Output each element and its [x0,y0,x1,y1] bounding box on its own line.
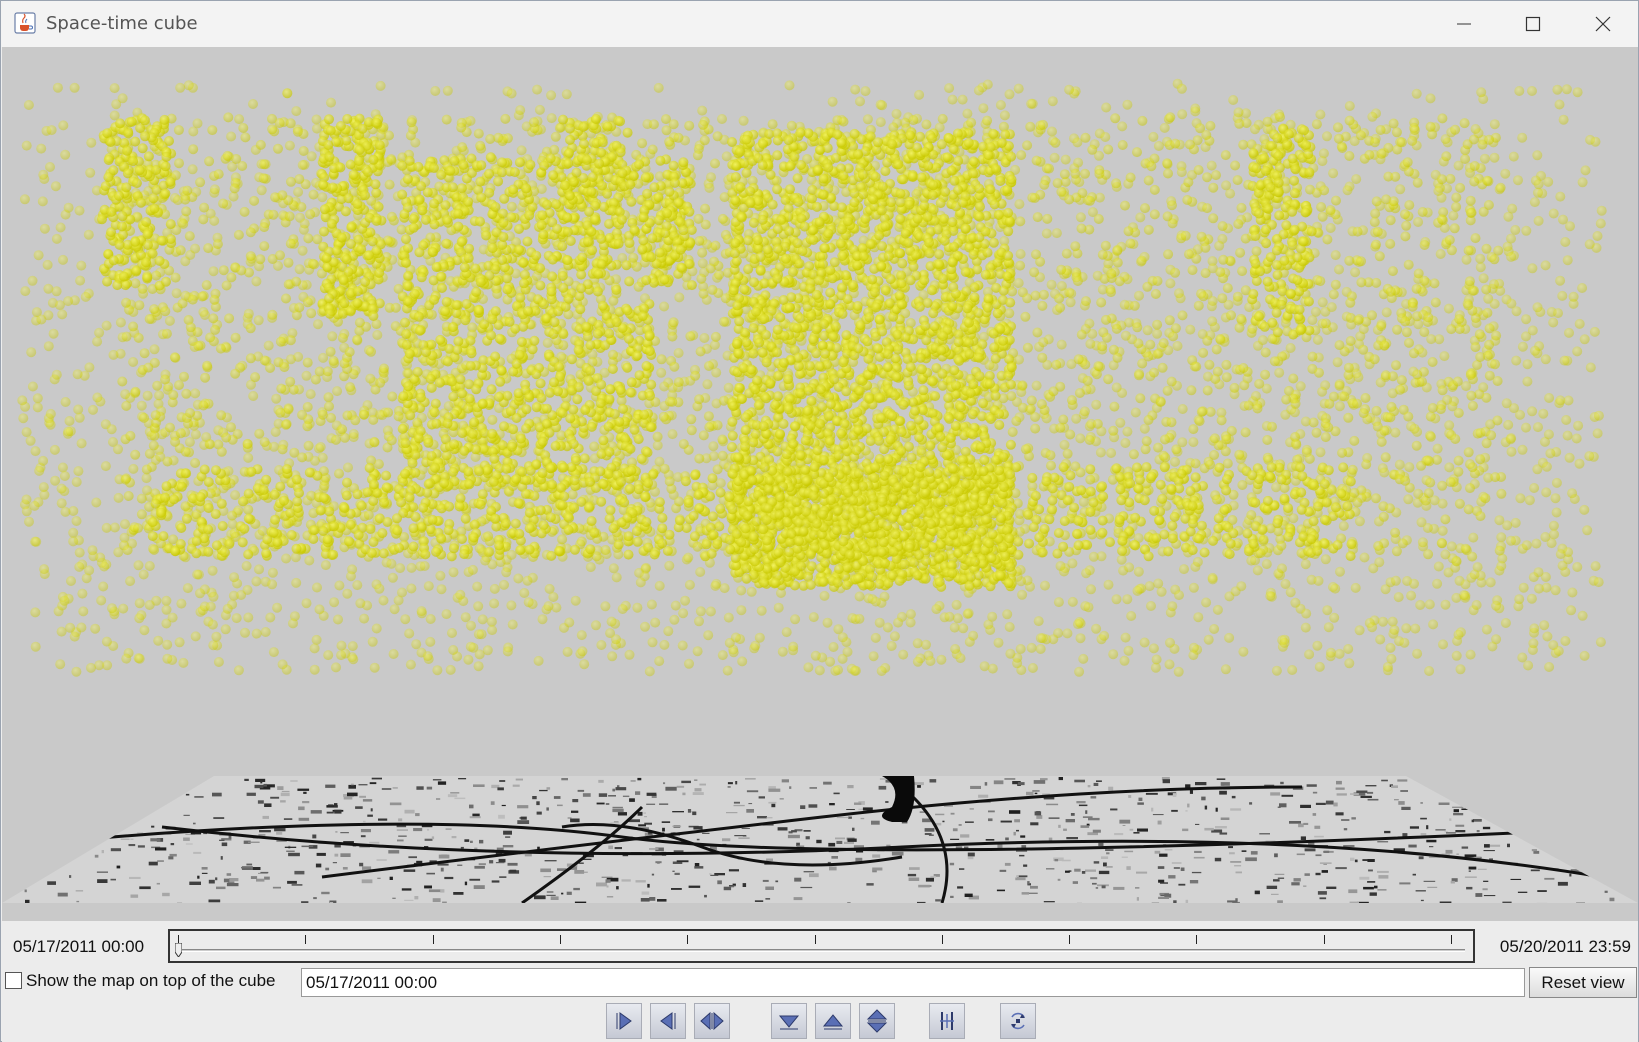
slider-tick [559,935,561,944]
close-button[interactable] [1569,1,1637,47]
reset-view-button[interactable]: Reset view [1529,967,1637,998]
play-both-button[interactable] [694,1003,730,1039]
triangle-down-icon [778,1015,800,1030]
maximize-icon [1525,16,1541,32]
move-up-down-button[interactable] [859,1003,895,1039]
play-backward-icon [660,1012,676,1030]
play-forward-icon [616,1012,632,1030]
slider-tick [814,935,816,944]
minimize-button[interactable] [1430,1,1498,47]
maximize-button[interactable] [1499,1,1567,47]
options-row: Show the map on top of the cube Reset vi… [2,967,1638,999]
app-window: Space-time cube 05/17/2011 00:00 05/20/2… [0,0,1639,1042]
slider-tick [1069,935,1071,944]
event-points [17,78,1607,677]
rotate-icon [1011,1012,1025,1030]
slider-tick [1451,935,1452,944]
slider-tick [1323,935,1325,944]
show-map-checkbox[interactable] [5,972,22,989]
slider-track [178,949,1465,952]
current-time-input[interactable] [301,968,1525,997]
time-end-label: 05/20/2011 23:59 [1499,937,1631,956]
interval-bars-icon [940,1012,954,1030]
move-down-button[interactable] [771,1003,807,1039]
play-both-icon [700,1011,724,1031]
triangle-up-icon [822,1014,844,1030]
slider-tick [1196,935,1198,944]
time-slider[interactable] [168,929,1475,963]
play-backward-button[interactable] [650,1003,686,1039]
slider-tick [941,935,943,944]
play-forward-button[interactable] [606,1003,642,1039]
window-title: Space-time cube [46,13,198,34]
rotate-button[interactable] [1000,1003,1036,1039]
slider-tick [305,935,307,944]
cube-canvas[interactable] [2,47,1638,921]
time-slider-row: 05/17/2011 00:00 05/20/2011 23:59 [2,921,1638,969]
java-cup-icon [14,12,36,34]
animation-controls [2,999,1638,1042]
slider-thumb[interactable] [175,943,182,957]
slider-tick [687,935,689,944]
title-bar[interactable]: Space-time cube [1,1,1638,47]
minimize-icon [1457,23,1471,25]
close-icon [1595,16,1611,32]
base-map [2,776,1638,903]
space-time-cube-view[interactable] [2,47,1638,921]
slider-tick [432,935,434,944]
show-map-label[interactable]: Show the map on top of the cube [26,971,276,991]
time-start-label: 05/17/2011 00:00 [13,937,145,956]
move-up-button[interactable] [815,1003,851,1039]
up-down-icon [866,1009,888,1033]
interval-button[interactable] [929,1003,965,1039]
